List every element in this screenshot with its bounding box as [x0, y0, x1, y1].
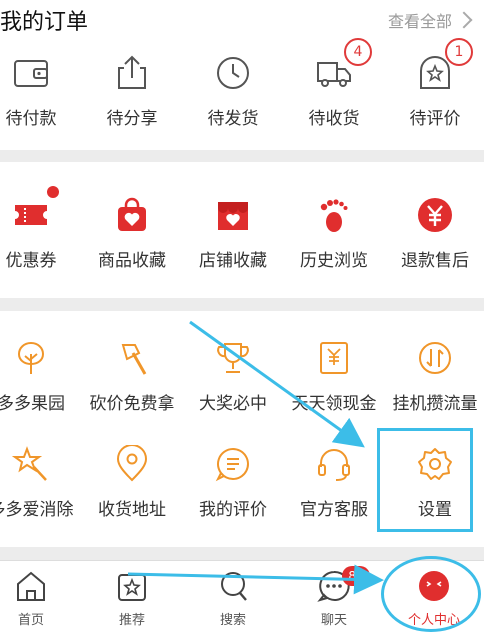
orders-title: 我的订单	[0, 10, 89, 35]
order-label: 待发货	[207, 109, 259, 129]
wallet-icon	[14, 60, 48, 87]
search-icon	[221, 572, 247, 601]
activity-bargain[interactable]: 砍价免费拿	[82, 339, 182, 414]
product-favorites-item[interactable]: 商品收藏	[82, 196, 182, 271]
activity-orchard[interactable]: 多多果园	[0, 339, 81, 414]
service-label: 优惠券	[5, 251, 57, 271]
activity-label: 挂机攒流量	[392, 394, 478, 414]
coupon-icon	[15, 205, 47, 225]
tab-recommend[interactable]: 推荐	[92, 569, 172, 628]
activity-label: 官方客服	[300, 500, 368, 520]
coupons-item[interactable]: 优惠券	[0, 196, 81, 271]
tab-label: 搜索	[219, 613, 246, 628]
chevron-right-icon	[455, 11, 473, 29]
activity-label: 砍价免费拿	[89, 394, 175, 414]
star-bag-icon	[118, 574, 146, 601]
chat-unread-badge: 84	[342, 566, 370, 586]
profile-highlight-oval	[381, 556, 481, 632]
order-label: 待收货	[308, 109, 360, 129]
wand-icon	[12, 446, 47, 481]
clock-icon	[217, 57, 249, 89]
orders-section: 我的订单 查看全部 待付款 待分享 待发货 待收货 待评价 4 1	[0, 0, 484, 150]
review-count-badge: 1	[445, 38, 473, 66]
activity-traffic[interactable]: 挂机攒流量	[385, 339, 484, 414]
activity-my-reviews[interactable]: 我的评价	[183, 445, 283, 520]
headset-icon	[318, 449, 350, 481]
view-all-orders-link[interactable]: 查看全部	[387, 8, 473, 32]
tree-icon	[17, 341, 45, 374]
history-item[interactable]: 历史浏览	[284, 196, 384, 271]
activity-match-game[interactable]: 多多爱消除	[0, 445, 81, 520]
coupon-notification-dot	[47, 186, 59, 198]
cash-icon	[320, 342, 348, 374]
order-label: 待付款	[5, 109, 57, 129]
refunds-item[interactable]: 退款售后	[385, 196, 484, 271]
view-all-label: 查看全部	[387, 12, 452, 31]
service-label: 退款售后	[401, 251, 469, 271]
footprint-icon	[320, 199, 348, 232]
order-pending-ship[interactable]: 待发货	[183, 54, 283, 129]
activity-daily-cash[interactable]: 天天领现金	[284, 339, 384, 414]
traffic-icon	[419, 342, 451, 374]
store-heart-icon	[218, 202, 248, 230]
tab-home[interactable]: 首页	[0, 569, 71, 628]
service-label: 店铺收藏	[199, 251, 267, 271]
activity-label: 大奖必中	[199, 394, 267, 414]
axe-icon	[121, 344, 147, 375]
tab-label: 推荐	[118, 613, 145, 628]
activity-address[interactable]: 收货地址	[82, 445, 182, 520]
share-icon	[118, 55, 146, 89]
store-favorites-item[interactable]: 店铺收藏	[183, 196, 283, 271]
order-pending-share[interactable]: 待分享	[82, 54, 182, 129]
order-pending-review[interactable]: 待评价	[385, 54, 484, 129]
activity-label: 多多果园	[0, 394, 65, 414]
services-section: 优惠券 商品收藏 店铺收藏 历史浏览 退款售后	[0, 162, 484, 298]
trophy-icon	[217, 343, 249, 373]
bag-heart-icon	[118, 197, 146, 231]
settings-highlight-box	[377, 428, 473, 532]
activity-label: 我的评价	[199, 500, 267, 520]
tab-label: 首页	[17, 613, 44, 628]
order-label: 待分享	[106, 109, 158, 129]
service-label: 历史浏览	[300, 251, 368, 271]
order-label: 待评价	[409, 109, 461, 129]
tab-label: 聊天	[320, 613, 347, 628]
activity-label: 天天领现金	[291, 394, 377, 414]
service-label: 商品收藏	[98, 251, 166, 271]
receipt-count-badge: 4	[344, 38, 372, 66]
activity-label: 多多爱消除	[0, 500, 74, 520]
order-pending-receipt[interactable]: 待收货	[284, 54, 384, 129]
comment-icon	[215, 447, 249, 482]
activity-label: 收货地址	[98, 500, 166, 520]
location-icon	[116, 445, 148, 482]
home-icon	[17, 571, 45, 601]
activity-grand-prize[interactable]: 大奖必中	[183, 339, 283, 414]
refund-icon	[418, 198, 452, 232]
activity-customer-service[interactable]: 官方客服	[284, 445, 384, 520]
tab-search[interactable]: 搜索	[193, 569, 273, 628]
order-pending-payment[interactable]: 待付款	[0, 54, 81, 129]
